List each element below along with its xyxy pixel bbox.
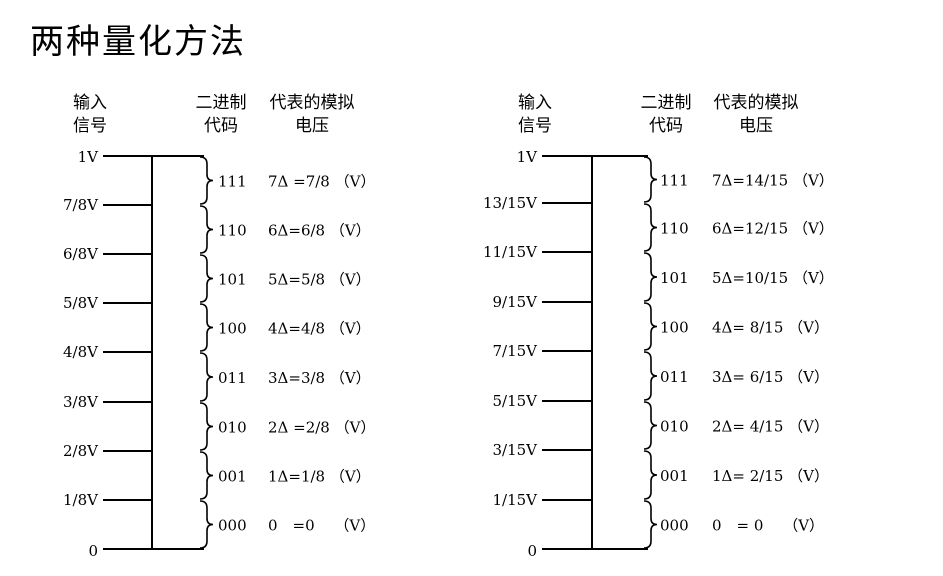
interval-brace: [643, 351, 658, 401]
binary-code: 101: [660, 269, 689, 287]
input-level-label: 5/15V: [492, 392, 538, 410]
binary-code: 101: [218, 271, 247, 289]
binary-code: 111: [660, 172, 689, 190]
binary-code: 001: [218, 468, 247, 486]
binary-code: 110: [218, 222, 247, 240]
input-level-label: 13/15V: [483, 194, 538, 212]
input-level-label: 6/8V: [63, 245, 99, 263]
analog-voltage: 3Δ= 6/15 （V）: [712, 368, 829, 386]
interval-brace: [643, 252, 658, 302]
analog-voltage: 4Δ= 8/15 （V）: [712, 319, 829, 337]
input-level-label: 1V: [78, 148, 100, 166]
interval-brace: [643, 156, 658, 203]
input-level-label: 2/8V: [63, 442, 99, 460]
interval-brace: [199, 303, 214, 352]
input-level-label: 1/8V: [63, 491, 99, 509]
input-level-label: 4/8V: [63, 343, 99, 361]
binary-code: 100: [660, 319, 689, 337]
input-level-label: 0: [88, 542, 98, 560]
interval-brace: [643, 450, 658, 500]
input-level-label: 9/15V: [492, 293, 538, 311]
interval-brace: [643, 401, 658, 450]
analog-voltage: 2Δ =2/8 （V）: [268, 419, 375, 437]
input-level-label: 11/15V: [483, 243, 538, 261]
analog-voltage: 6Δ=6/8 （V）: [268, 222, 371, 240]
analog-voltage: 0 =0 （V）: [268, 517, 375, 535]
input-level-label: 7/8V: [63, 196, 99, 214]
binary-code: 010: [218, 419, 247, 437]
analog-voltage: 1Δ=1/8 （V）: [268, 468, 371, 486]
interval-brace: [199, 500, 214, 549]
analog-voltage: 4Δ=4/8 （V）: [268, 320, 371, 338]
binary-code: 011: [660, 368, 689, 386]
binary-code: 000: [218, 517, 247, 535]
interval-brace: [199, 451, 214, 500]
binary-code: 001: [660, 467, 689, 485]
input-level-label: 3/15V: [492, 441, 538, 459]
quantization-diagram: 0 1/8V 2/8V 3/8V 4/8V 5/8V 6/8V 7/8V 1V 000 0 =0 （…: [63, 148, 834, 560]
analog-voltage: 2Δ= 4/15 （V）: [712, 418, 829, 436]
analog-voltage: 1Δ= 2/15 （V）: [712, 467, 829, 485]
analog-voltage: 5Δ=10/15 （V）: [712, 269, 834, 287]
interval-brace: [199, 254, 214, 303]
binary-code: 110: [660, 220, 689, 238]
binary-code: 011: [218, 369, 247, 387]
input-level-label: 0: [527, 542, 537, 560]
input-level-label: 5/8V: [63, 294, 99, 312]
interval-brace: [199, 205, 214, 254]
binary-code: 000: [660, 517, 689, 535]
interval-brace: [643, 302, 658, 351]
analog-voltage: 7Δ =7/8 （V）: [268, 173, 375, 191]
input-level-label: 1V: [517, 148, 539, 166]
analog-voltage: 0 = 0 （V）: [712, 517, 824, 535]
interval-brace: [199, 156, 214, 205]
analog-voltage: 5Δ=5/8 （V）: [268, 271, 371, 289]
input-level-label: 7/15V: [492, 342, 538, 360]
input-level-label: 3/8V: [63, 393, 99, 411]
analog-voltage: 7Δ=14/15 （V）: [712, 172, 834, 190]
interval-brace: [199, 402, 214, 451]
interval-brace: [643, 500, 658, 549]
binary-code: 100: [218, 320, 247, 338]
interval-brace: [199, 352, 214, 402]
analog-voltage: 3Δ=3/8 （V）: [268, 369, 371, 387]
interval-brace: [643, 203, 658, 252]
binary-code: 111: [218, 173, 247, 191]
input-level-label: 1/15V: [492, 491, 538, 509]
analog-voltage: 6Δ=12/15 （V）: [712, 220, 834, 238]
binary-code: 010: [660, 418, 689, 436]
